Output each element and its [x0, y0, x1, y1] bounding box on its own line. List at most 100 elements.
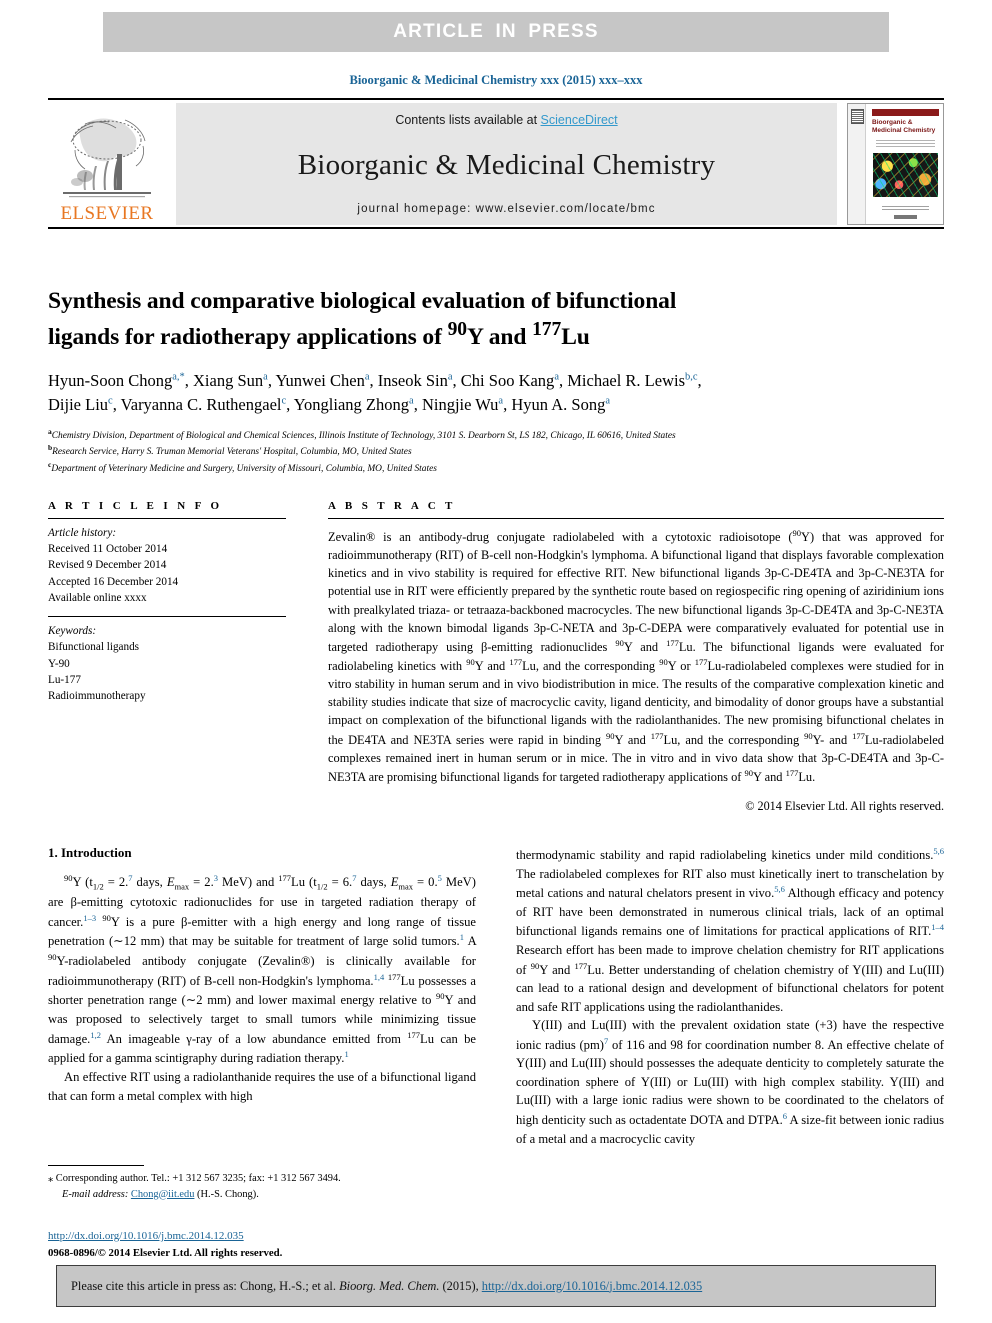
- journal-masthead: ELSEVIER Contents lists available at Sci…: [48, 98, 944, 229]
- article-history-item: Available online xxxx: [48, 591, 147, 604]
- cover-barcode-icon: [851, 109, 864, 124]
- author-affiliation-mark[interactable]: a: [448, 371, 453, 382]
- keyword-item: Radioimmunotherapy: [48, 690, 146, 703]
- author-affiliation-mark[interactable]: a: [554, 371, 559, 382]
- keyword-item: Lu-177: [48, 673, 81, 686]
- intro-paragraph-2: An effective RIT using a radiolanthanide…: [48, 1070, 476, 1103]
- contents-prefix-label: Contents lists available at: [395, 113, 541, 127]
- keyword-item: Y-90: [48, 657, 70, 670]
- elsevier-wordmark: ELSEVIER: [60, 203, 154, 224]
- article-title-line1: Synthesis and comparative biological eva…: [48, 288, 677, 314]
- author-affiliation-mark[interactable]: c: [108, 395, 113, 406]
- section-heading-introduction: 1. Introduction: [48, 845, 132, 860]
- affiliation-list: aChemistry Division, Department of Biolo…: [48, 427, 944, 476]
- author-affiliation-mark[interactable]: a: [263, 371, 268, 382]
- body-columns: 1. Introduction 90Y (t1/2 = 2.7 days, Em…: [48, 845, 944, 1148]
- article-title: Synthesis and comparative biological eva…: [48, 286, 944, 353]
- intro-paragraph-3: thermodynamic stability and rapid radiol…: [516, 846, 945, 1014]
- cite-prefix: Please cite this article in press as: Ch…: [71, 1278, 340, 1293]
- cover-subtitle-lines: [876, 140, 935, 148]
- author-affiliation-mark[interactable]: c: [281, 395, 286, 406]
- author-name[interactable]: Yongliang Zhong: [294, 395, 409, 414]
- cite-journal: Bioorg. Med. Chem.: [339, 1278, 440, 1293]
- author-name[interactable]: Xiang Sun: [193, 371, 263, 390]
- abstract-rule: [328, 518, 944, 519]
- info-and-abstract: A R T I C L E I N F O Article history: R…: [48, 500, 944, 814]
- article-info-heading: A R T I C L E I N F O: [48, 500, 223, 512]
- keywords-label: Keywords:: [48, 625, 97, 638]
- doi-issn-block: http://dx.doi.org/10.1016/j.bmc.2014.12.…: [48, 1228, 476, 1261]
- article-title-line2-prefix: ligands for radiotherapy applications of: [48, 323, 448, 350]
- author-name[interactable]: Yunwei Chen: [275, 371, 364, 390]
- elsevier-logo: ELSEVIER: [48, 103, 166, 225]
- author-name[interactable]: Michael R. Lewis: [567, 371, 685, 390]
- article-history-label: Article history:: [48, 527, 117, 539]
- author-name[interactable]: Dijie Liu: [48, 395, 108, 414]
- cover-main-area: Bioorganic & Medicinal Chemistry: [866, 104, 943, 224]
- body-column-right: thermodynamic stability and rapid radiol…: [516, 845, 944, 1148]
- contents-lists-line: Contents lists available at ScienceDirec…: [395, 113, 617, 127]
- journal-name-title: Bioorganic & Medicinal Chemistry: [297, 148, 716, 181]
- affiliation-item: cDepartment of Veterinary Medicine and S…: [48, 460, 944, 476]
- author-name[interactable]: Varyanna C. Ruthengael: [121, 395, 282, 414]
- abstract-body: Zevalin® is an antibody-drug conjugate r…: [328, 528, 945, 785]
- abstract-heading: A B S T R A C T: [328, 500, 456, 512]
- cite-this-article-text: Please cite this article in press as: Ch…: [71, 1279, 702, 1294]
- corresponding-author-footnote: ⁎ Corresponding author. Tel.: +1 312 567…: [48, 1165, 476, 1202]
- article-in-press-banner: ARTICLE IN PRESS: [103, 12, 889, 52]
- sciencedirect-link[interactable]: ScienceDirect: [541, 113, 618, 127]
- cover-band: [872, 109, 939, 116]
- article-history-item: Accepted 16 December 2014: [48, 575, 179, 588]
- isotope-sup-177: 177: [532, 319, 562, 341]
- affiliation-text: Research Service, Harry S. Truman Memori…: [52, 447, 412, 458]
- author-name[interactable]: Chi Soo Kang: [461, 371, 555, 390]
- elsevier-tree-icon: [63, 118, 151, 198]
- cite-this-article-box: Please cite this article in press as: Ch…: [56, 1265, 936, 1307]
- affiliation-item: aChemistry Division, Department of Biolo…: [48, 427, 944, 443]
- abstract-copyright: © 2014 Elsevier Ltd. All rights reserved…: [745, 798, 944, 813]
- cover-title-label: Bioorganic & Medicinal Chemistry: [872, 119, 936, 135]
- cover-molecular-artwork: [873, 153, 938, 197]
- author-affiliation-mark[interactable]: a,*: [172, 371, 185, 382]
- footnote-corresponding: ⁎ Corresponding author. Tel.: +1 312 567…: [48, 1171, 476, 1187]
- article-history-block: Article history: Received 11 October 201…: [48, 525, 286, 606]
- isotope-sup-90: 90: [447, 319, 467, 341]
- author-affiliation-mark[interactable]: b,c: [685, 371, 698, 382]
- journal-header-box: Contents lists available at ScienceDirec…: [176, 103, 837, 225]
- footnote-rule: [48, 1165, 144, 1166]
- article-title-middle: Y and: [466, 323, 533, 350]
- cover-footer-lines: [882, 206, 929, 210]
- body-column-left: 1. Introduction 90Y (t1/2 = 2.7 days, Em…: [48, 845, 476, 1148]
- affiliation-item: bResearch Service, Harry S. Truman Memor…: [48, 443, 944, 459]
- corresponding-email-link[interactable]: Chong@iit.edu: [131, 1189, 195, 1200]
- journal-cover-thumbnail[interactable]: Bioorganic & Medicinal Chemistry: [847, 103, 944, 225]
- doi-link[interactable]: http://dx.doi.org/10.1016/j.bmc.2014.12.…: [48, 1230, 244, 1242]
- article-history-item: Revised 9 December 2014: [48, 559, 167, 572]
- footnote-email-line: E-mail address: Chong@iit.edu (H.-S. Cho…: [48, 1187, 476, 1203]
- journal-homepage-line[interactable]: journal homepage: www.elsevier.com/locat…: [357, 203, 655, 215]
- author-affiliation-mark[interactable]: a: [409, 395, 414, 406]
- cite-doi-link[interactable]: http://dx.doi.org/10.1016/j.bmc.2014.12.…: [482, 1279, 702, 1293]
- running-head: Bioorganic & Medicinal Chemistry xxx (20…: [349, 73, 643, 87]
- article-info-rule: [48, 518, 286, 519]
- author-name[interactable]: Hyun A. Song: [511, 395, 605, 414]
- author-affiliation-mark[interactable]: a: [365, 371, 370, 382]
- footnote-corresponding-text: Corresponding author. Tel.: +1 312 567 3…: [55, 1173, 341, 1184]
- author-name[interactable]: Hyun-Soon Chong: [48, 371, 172, 390]
- author-list: Hyun-Soon Chonga,*, Xiang Suna, Yunwei C…: [48, 370, 702, 414]
- author-name[interactable]: Ningjie Wu: [422, 395, 498, 414]
- footnote-asterisk-icon: ⁎: [48, 1173, 56, 1184]
- keyword-item: Bifunctional ligands: [48, 641, 140, 654]
- author-affiliation-mark[interactable]: a: [498, 395, 503, 406]
- title-block: Synthesis and comparative biological eva…: [48, 286, 944, 476]
- issn-copyright-line: 0968-0896/© 2014 Elsevier Ltd. All right…: [48, 1246, 283, 1259]
- masthead-bottom-rule: [48, 227, 944, 229]
- cite-year: (2015),: [439, 1278, 482, 1293]
- abstract-column: A B S T R A C T Zevalin® is an antibody-…: [328, 500, 944, 814]
- author-name[interactable]: Inseok Sin: [378, 371, 448, 390]
- author-affiliation-mark[interactable]: a: [605, 395, 610, 406]
- affiliation-text: Chemistry Division, Department of Biolog…: [51, 430, 676, 441]
- article-info-column: A R T I C L E I N F O Article history: R…: [48, 500, 286, 814]
- cover-footer-logo: [894, 215, 917, 219]
- intro-paragraph-4: Y(III) and Lu(III) with the prevalent ox…: [516, 1018, 944, 1146]
